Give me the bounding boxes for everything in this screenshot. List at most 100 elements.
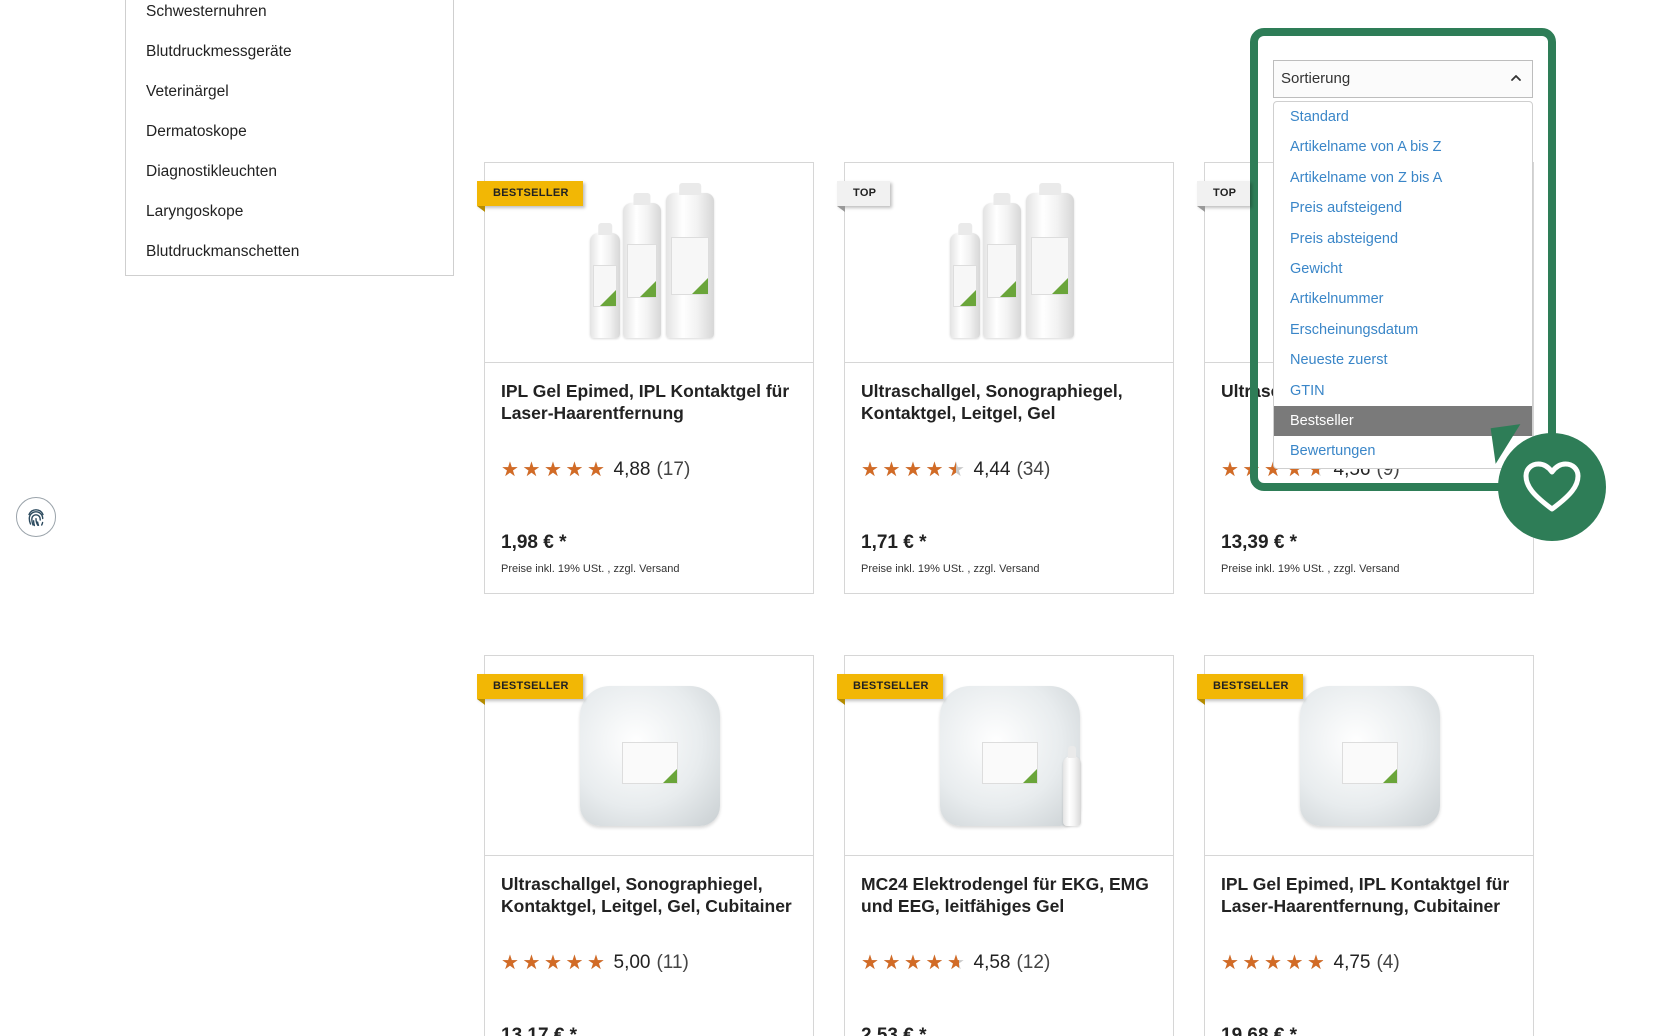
star-icon-fill: ★ [882,953,901,973]
star-icon-fill: ★ [904,953,922,973]
sidebar-item-blutdruckmessgeraete[interactable]: Blutdruckmessgeräte [146,43,292,61]
sidebar-item-blutdruckmanschetten[interactable]: Blutdruckmanschetten [146,243,299,261]
star-icon-fill: ★ [1307,953,1324,973]
star-icon-fill: ★ [1221,953,1239,973]
product-title[interactable]: IPL Gel Epimed, IPL Kontaktgel für Laser… [501,380,801,424]
sort-select-label: Sortierung [1281,70,1351,87]
star-icon: ★ ★ [1264,953,1286,973]
star-icon: ★ ★ [587,459,605,481]
sidebar-item-dermatoskope[interactable]: Dermatoskope [146,123,247,141]
product-rating: ★ ★ ★ ★ ★ ★ ★ ★ ★ ★ 4,44 (34) [861,459,1050,481]
product-title[interactable]: Ultraschallgel, Sonographiegel, Kontaktg… [861,380,1161,424]
sort-option-standard[interactable]: Standard [1274,102,1532,132]
privacy-settings-button[interactable] [16,497,56,537]
sort-option-price-asc[interactable]: Preis aufsteigend [1274,193,1532,223]
sort-option-name-asc[interactable]: Artikelname von A bis Z [1274,132,1532,162]
star-icon-fill: ★ [947,953,960,973]
sort-option-article-number[interactable]: Artikelnummer [1274,284,1532,314]
star-icon-fill: ★ [925,953,944,973]
sort-select[interactable]: Sortierung [1273,60,1533,98]
star-icon-fill: ★ [861,953,879,973]
product-badge: BESTSELLER [477,181,583,212]
product-badge: TOP [1197,181,1251,212]
star-icon: ★ ★ [904,460,926,480]
sort-option-weight[interactable]: Gewicht [1274,254,1532,284]
star-icon-fill: ★ [1264,953,1282,973]
product-card: BESTSELLER IPL Gel Epimed, IPL Kontaktgel… [1197,655,1534,1036]
star-icon-fill: ★ [882,460,901,480]
product-price: 13,39 € * [1221,532,1298,553]
product-image[interactable] [845,163,1173,363]
star-icon-fill: ★ [544,953,562,973]
product-card: BESTSELLER IPL Gel Epimed, IPL Kontaktgel… [477,162,814,594]
sidebar-item-diagnostikleuchten[interactable]: Diagnostikleuchten [146,163,277,181]
rating-value: 4,75 [1333,952,1371,973]
rating-count: (11) [656,952,689,973]
rating-value: 4,88 [613,459,651,480]
star-icon: ★ ★ [947,952,965,974]
product-tax-note: Preise inkl. 19% USt. , zzgl. Versand [501,563,680,575]
star-icon: ★ ★ [926,460,948,480]
product-price: 13,17 € * [501,1025,578,1036]
product-price: 2,53 € * [861,1025,927,1036]
star-icon: ★ ★ [926,953,948,973]
bottle-label [986,243,1018,298]
sidebar-item-schwesternuhren[interactable]: Schwesternuhren [146,3,267,21]
star-icon: ★ ★ [1221,460,1243,480]
rating-count: (17) [656,459,691,480]
star-icon-fill: ★ [522,460,541,480]
star-icon-fill: ★ [501,953,519,973]
product-bottle [983,203,1021,338]
cubitainer-label [1342,742,1398,784]
product-bottle [590,233,620,338]
star-icon: ★ ★ [904,953,926,973]
product-title[interactable]: Ultraschallgel, Sonographiegel, Kontaktg… [501,873,801,917]
star-icon-fill: ★ [565,953,584,973]
star-icon: ★ ★ [501,460,523,480]
star-icon: ★ ★ [1243,953,1265,973]
favorites-button[interactable] [1498,433,1606,541]
sort-option-name-desc[interactable]: Artikelname von Z bis A [1274,163,1532,193]
product-rating: ★ ★ ★ ★ ★ ★ ★ ★ ★ ★ 4,88 (17) [501,459,690,481]
sidebar-item-laryngoskope[interactable]: Laryngoskope [146,203,243,221]
star-icon: ★ ★ [861,460,883,480]
sort-option-newest[interactable]: Neueste zuerst [1274,345,1532,375]
bottle-label [626,243,658,298]
product-bottle [1026,193,1074,338]
sort-option-release-date[interactable]: Erscheinungsdatum [1274,315,1532,345]
rating-stars: ★ ★ ★ ★ ★ ★ ★ ★ ★ ★ [861,953,969,973]
sort-option-price-desc[interactable]: Preis absteigend [1274,224,1532,254]
star-icon-fill: ★ [947,460,957,480]
star-icon-fill: ★ [544,460,562,480]
star-icon: ★ ★ [1221,953,1243,973]
star-icon: ★ ★ [544,953,566,973]
star-icon-fill: ★ [861,460,879,480]
product-bottle [623,203,661,338]
product-cubitainer [580,686,720,826]
product-cubitainer [1300,686,1440,826]
sidebar-item-veterinaergel[interactable]: Veterinärgel [146,83,229,101]
cubitainer-label [622,742,678,784]
bottle-label [670,236,710,295]
product-badge: BESTSELLER [1197,674,1303,705]
rating-stars: ★ ★ ★ ★ ★ ★ ★ ★ ★ ★ [861,460,969,480]
star-icon: ★ ★ [587,953,609,973]
star-icon: ★ ★ [501,953,523,973]
product-tax-note: Preise inkl. 19% USt. , zzgl. Versand [861,563,1040,575]
product-price: 1,71 € * [861,532,927,553]
rating-value: 4,58 [973,952,1011,973]
product-badge: BESTSELLER [477,674,583,705]
chevron-up-icon [1511,75,1521,81]
product-badge: TOP [837,181,891,212]
category-sidebar: Schwesternuhren Blutdruckmessgeräte Vete… [125,0,454,276]
product-title[interactable]: IPL Gel Epimed, IPL Kontaktgel für Laser… [1221,873,1521,917]
product-rating: ★ ★ ★ ★ ★ ★ ★ ★ ★ ★ 5,00 (11) [501,952,689,974]
star-icon-fill: ★ [501,460,519,480]
star-icon: ★ ★ [1286,953,1308,973]
star-icon: ★ ★ [1307,952,1325,974]
star-icon-fill: ★ [1285,953,1304,973]
heart-icon [1523,461,1581,512]
product-rating: ★ ★ ★ ★ ★ ★ ★ ★ ★ ★ 4,75 (4) [1221,952,1400,974]
product-title[interactable]: MC24 Elektrodengel für EKG, EMG und EEG,… [861,873,1161,917]
sort-option-gtin[interactable]: GTIN [1274,376,1532,406]
